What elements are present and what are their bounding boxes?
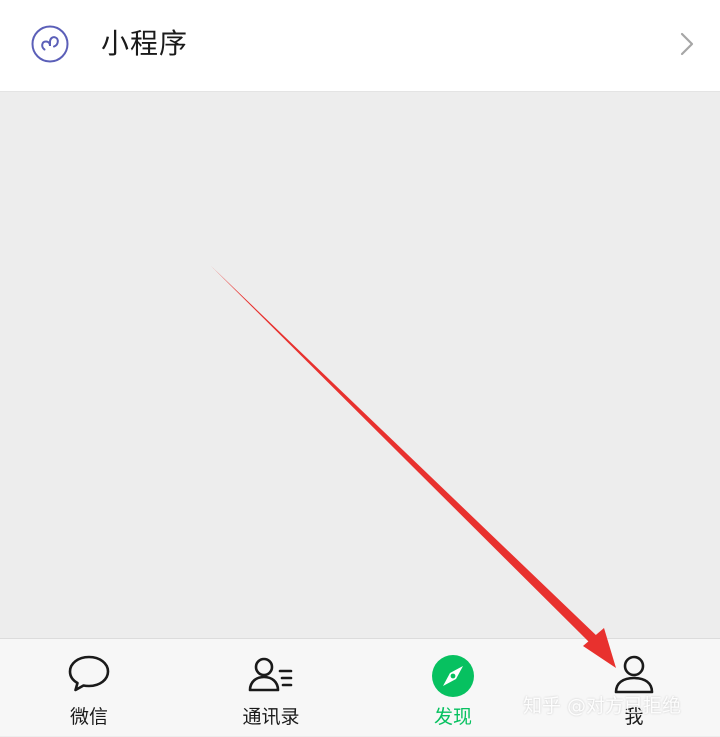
contacts-icon <box>248 657 293 692</box>
compass-icon <box>432 655 474 697</box>
tab-label-chats: 微信 <box>69 706 108 728</box>
empty-content-area <box>0 92 720 638</box>
tab-me[interactable]: 我 <box>574 639 694 737</box>
mini-program-icon <box>31 25 69 63</box>
mini-program-row[interactable]: 小程序 <box>0 0 720 92</box>
chevron-right-icon <box>680 32 694 56</box>
watermark-text: 知乎 @对方已拒绝 <box>523 695 682 717</box>
person-icon <box>614 655 654 694</box>
bottom-tab-bar: 微信 通讯录 发现 我 <box>0 638 720 736</box>
tab-discover[interactable]: 发现 <box>393 639 513 737</box>
chat-bubble-icon <box>68 655 110 692</box>
tab-label-discover: 发现 <box>433 706 472 728</box>
tab-chats[interactable]: 微信 <box>29 639 149 737</box>
tab-label-contacts: 通讯录 <box>242 706 300 728</box>
mini-program-title: 小程序 <box>101 27 189 60</box>
tab-contacts[interactable]: 通讯录 <box>211 639 331 737</box>
